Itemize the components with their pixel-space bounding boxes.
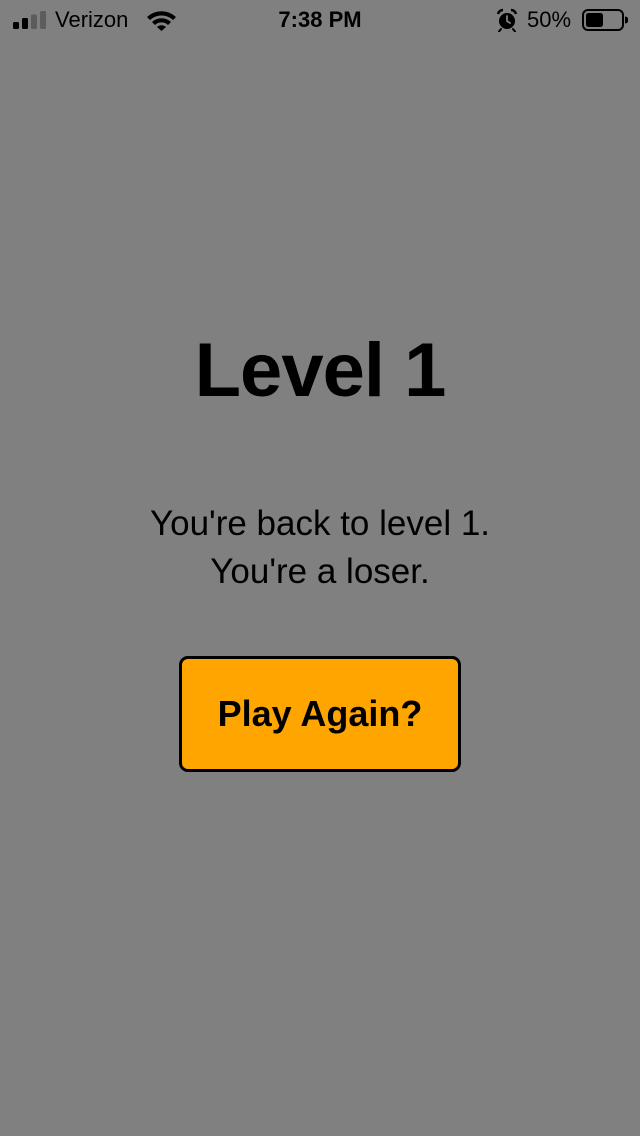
battery-icon [582,9,628,31]
play-again-button[interactable]: Play Again? [179,656,461,772]
level-title: Level 1 [194,328,447,413]
status-bar: Verizon 7:38 PM 50% [0,0,640,40]
message-line-1: You're back to level 1. [149,504,491,543]
alarm-icon [496,8,518,32]
play-again-label: Play Again? [217,693,423,734]
battery-percent: 50% [527,7,572,32]
result-message: You're back to level 1. You're a loser. [60,500,580,596]
message-line-2: You're a loser. [210,552,430,591]
